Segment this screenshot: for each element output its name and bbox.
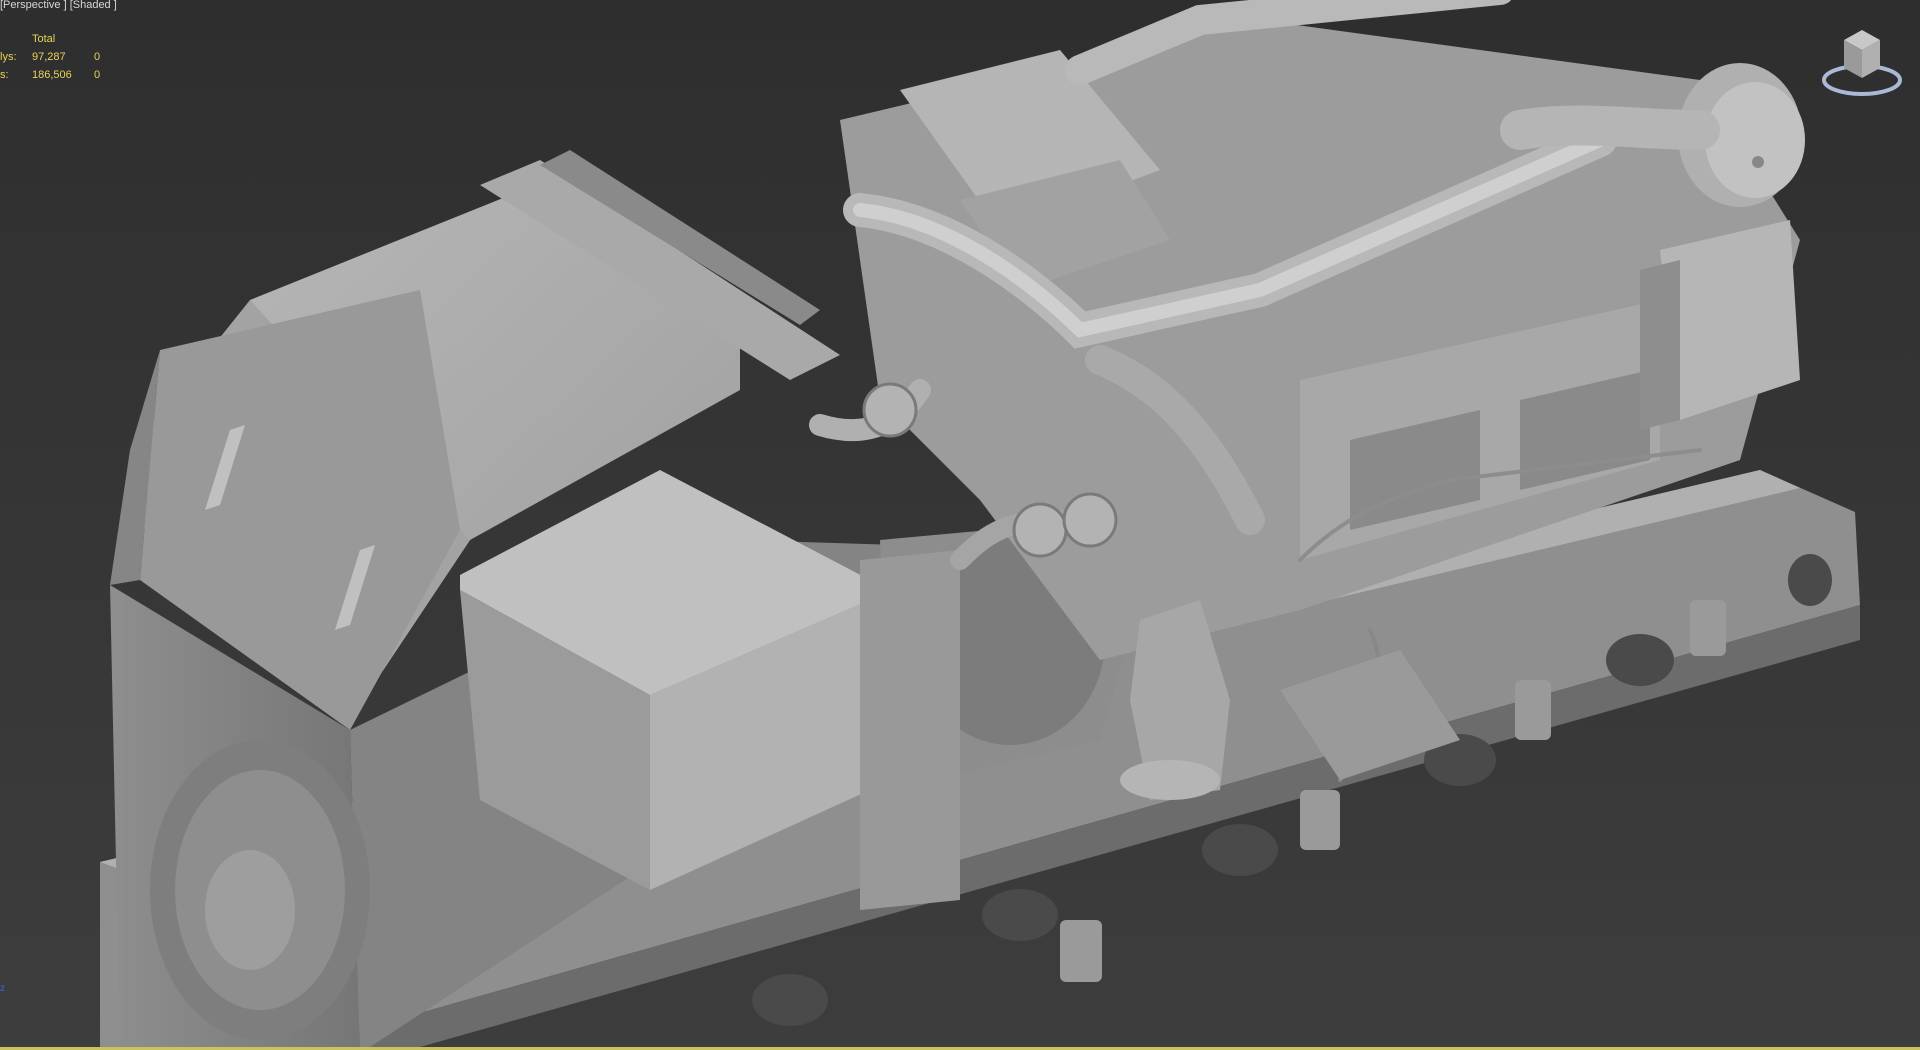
stats-selected: 0: [94, 69, 101, 81]
stats-total: 97,287: [32, 51, 66, 63]
perspective-viewport[interactable]: [Perspective ] [Shaded ] Total lys: 97,2…: [0, 0, 1920, 1047]
stats-row-verts: s: 186,506 0: [0, 66, 114, 84]
viewcube-icon[interactable]: [1820, 22, 1904, 98]
stats-selected: 0: [94, 51, 101, 63]
axis-z-indicator: z: [0, 983, 5, 994]
stats-label: s:: [0, 69, 9, 81]
viewport-label[interactable]: [Perspective ] [Shaded ]: [0, 0, 117, 12]
generator-3d-model[interactable]: [0, 0, 1920, 1047]
stats-label: lys:: [0, 51, 17, 63]
stats-header: Total: [32, 33, 56, 45]
stats-total: 186,506: [32, 69, 72, 81]
scene-statistics: Total lys: 97,287 0 s: 186,506 0: [0, 30, 114, 84]
stats-row-polys: lys: 97,287 0: [0, 48, 114, 66]
